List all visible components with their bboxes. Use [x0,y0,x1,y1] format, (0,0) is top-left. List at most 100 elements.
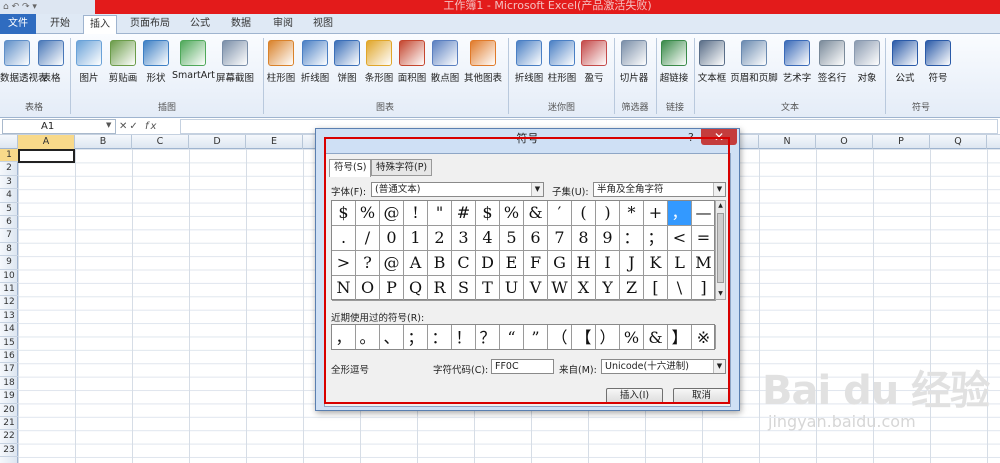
tab-page-layout[interactable]: 页面布局 [125,15,175,34]
name-box[interactable]: A1 [2,119,116,134]
ribbon-button[interactable]: 公式 [890,38,920,100]
symbol-cell[interactable]: Y [596,276,620,301]
symbol-cell[interactable]: Z [620,276,644,301]
column-header[interactable]: N [759,135,816,149]
tab-symbols[interactable]: 符号(S) [329,159,372,177]
row-header[interactable]: 15 [0,337,18,350]
symbol-cell[interactable]: \ [668,276,692,301]
row-header[interactable]: 9 [0,256,18,270]
symbol-cell[interactable]: Q [404,276,428,301]
row-header[interactable]: 2 [0,162,18,176]
symbol-cell[interactable]: " [428,201,452,226]
symbol-cell[interactable]: ! [404,201,428,226]
row-header[interactable]: 20 [0,404,18,417]
row-header[interactable]: 18 [0,377,18,391]
column-header[interactable]: D [189,135,246,149]
row-header[interactable]: 8 [0,243,18,257]
symbol-cell[interactable]: = [692,226,716,251]
symbol-cell[interactable]: 1 [404,226,428,251]
recent-symbol-cell[interactable]: 、 [380,325,404,349]
row-header[interactable]: 4 [0,189,18,203]
quick-access-toolbar[interactable]: ⌂ ↶ ↷ ▾ [0,0,95,14]
symbol-cell[interactable]: K [644,251,668,276]
ribbon-button[interactable]: 折线图 [299,38,331,100]
row-header[interactable]: 16 [0,350,18,364]
row-header[interactable]: 13 [0,310,18,324]
formula-icons[interactable]: ✕✓ fx [119,118,158,135]
column-header[interactable]: E [246,135,303,149]
row-header[interactable]: 22 [0,430,18,444]
ribbon-button[interactable]: 饼图 [333,38,361,100]
tab-insert[interactable]: 插入 [83,15,117,35]
symbol-cell[interactable]: 6 [524,226,548,251]
symbol-cell[interactable]: @ [380,201,404,226]
symbol-cell[interactable]: ( [572,201,596,226]
symbol-cell[interactable]: 0 [380,226,404,251]
symbol-cell[interactable]: V [524,276,548,301]
row-header[interactable]: 5 [0,203,18,216]
tab-data[interactable]: 数据 [224,15,258,34]
ribbon-button[interactable]: SmartArt [172,38,215,100]
ribbon-button[interactable]: 屏幕截图 [216,38,254,100]
symbol-cell[interactable]: % [356,201,380,226]
close-button[interactable]: ✕ [701,129,737,145]
symbol-cell[interactable]: C [452,251,476,276]
ribbon-button[interactable]: 签名行 [815,38,849,100]
row-header[interactable]: 11 [0,283,18,297]
from-select[interactable]: Unicode(十六进制) ▼ [601,359,726,374]
column-header[interactable]: C [132,135,189,149]
subset-select[interactable]: 半角及全角字符 ▼ [593,182,726,197]
symbol-cell[interactable]: / [356,226,380,251]
fx-icon[interactable]: fx [145,121,158,132]
symbol-cell[interactable]: N [332,276,356,301]
row-header[interactable]: 23 [0,444,18,458]
ribbon-button[interactable]: 其他图表 [463,38,503,100]
symbol-cell[interactable]: E [500,251,524,276]
symbol-cell[interactable]: F [524,251,548,276]
recent-symbol-cell[interactable]: ， [332,325,356,349]
symbol-cell[interactable]: D [476,251,500,276]
tab-file[interactable]: 文件 [0,14,36,34]
ribbon-button[interactable]: 盈亏 [580,38,608,100]
row-header[interactable]: 10 [0,270,18,283]
symbol-cell[interactable]: ] [692,276,716,301]
symbol-cell[interactable]: T [476,276,500,301]
symbol-cell[interactable]: [ [644,276,668,301]
recent-symbol-cell[interactable]: ！ [452,325,476,349]
symbol-cell[interactable]: < [668,226,692,251]
symbol-cell[interactable]: P [380,276,404,301]
symbol-cell[interactable]: 9 [596,226,620,251]
symbol-cell[interactable]: A [404,251,428,276]
symbol-cell[interactable]: X [572,276,596,301]
ribbon-button[interactable]: 折线图 [513,38,545,100]
symbol-cell[interactable]: B [428,251,452,276]
symbol-cell[interactable]: . [332,226,356,251]
ribbon-button[interactable]: 超链接 [658,38,690,100]
symbol-cell[interactable]: S [452,276,476,301]
symbol-cell[interactable]: L [668,251,692,276]
chevron-down-icon[interactable]: ▼ [106,121,111,129]
recent-symbol-cell[interactable]: ： [428,325,452,349]
scroll-up-icon[interactable]: ▲ [716,201,725,211]
symbol-cell[interactable]: 2 [428,226,452,251]
symbol-cell[interactable]: ； [644,226,668,251]
column-header[interactable]: O [816,135,873,149]
ribbon-button[interactable]: 柱形图 [266,38,296,100]
symbol-cell[interactable]: H [572,251,596,276]
ribbon-button[interactable]: 艺术字 [781,38,813,100]
symbol-scrollbar[interactable]: ▲ ▼ [715,200,726,300]
ribbon-button[interactable]: 剪贴画 [106,38,140,100]
ribbon-button[interactable]: 数据透视表 [0,38,48,100]
symbol-cell[interactable]: 4 [476,226,500,251]
recent-symbol-cell[interactable]: ） [596,325,620,349]
symbol-cell[interactable]: 3 [452,226,476,251]
ribbon-button[interactable]: 散点图 [429,38,461,100]
ribbon-button[interactable]: 面积图 [396,38,428,100]
symbol-cell[interactable]: + [644,201,668,226]
ribbon-button[interactable]: 符号 [923,38,953,100]
font-select[interactable]: (普通文本) ▼ [371,182,544,197]
column-header[interactable]: Q [930,135,987,149]
cancel-confirm-icons[interactable]: ✕✓ [119,121,140,132]
row-header[interactable]: 17 [0,363,18,377]
symbol-cell[interactable]: O [356,276,380,301]
